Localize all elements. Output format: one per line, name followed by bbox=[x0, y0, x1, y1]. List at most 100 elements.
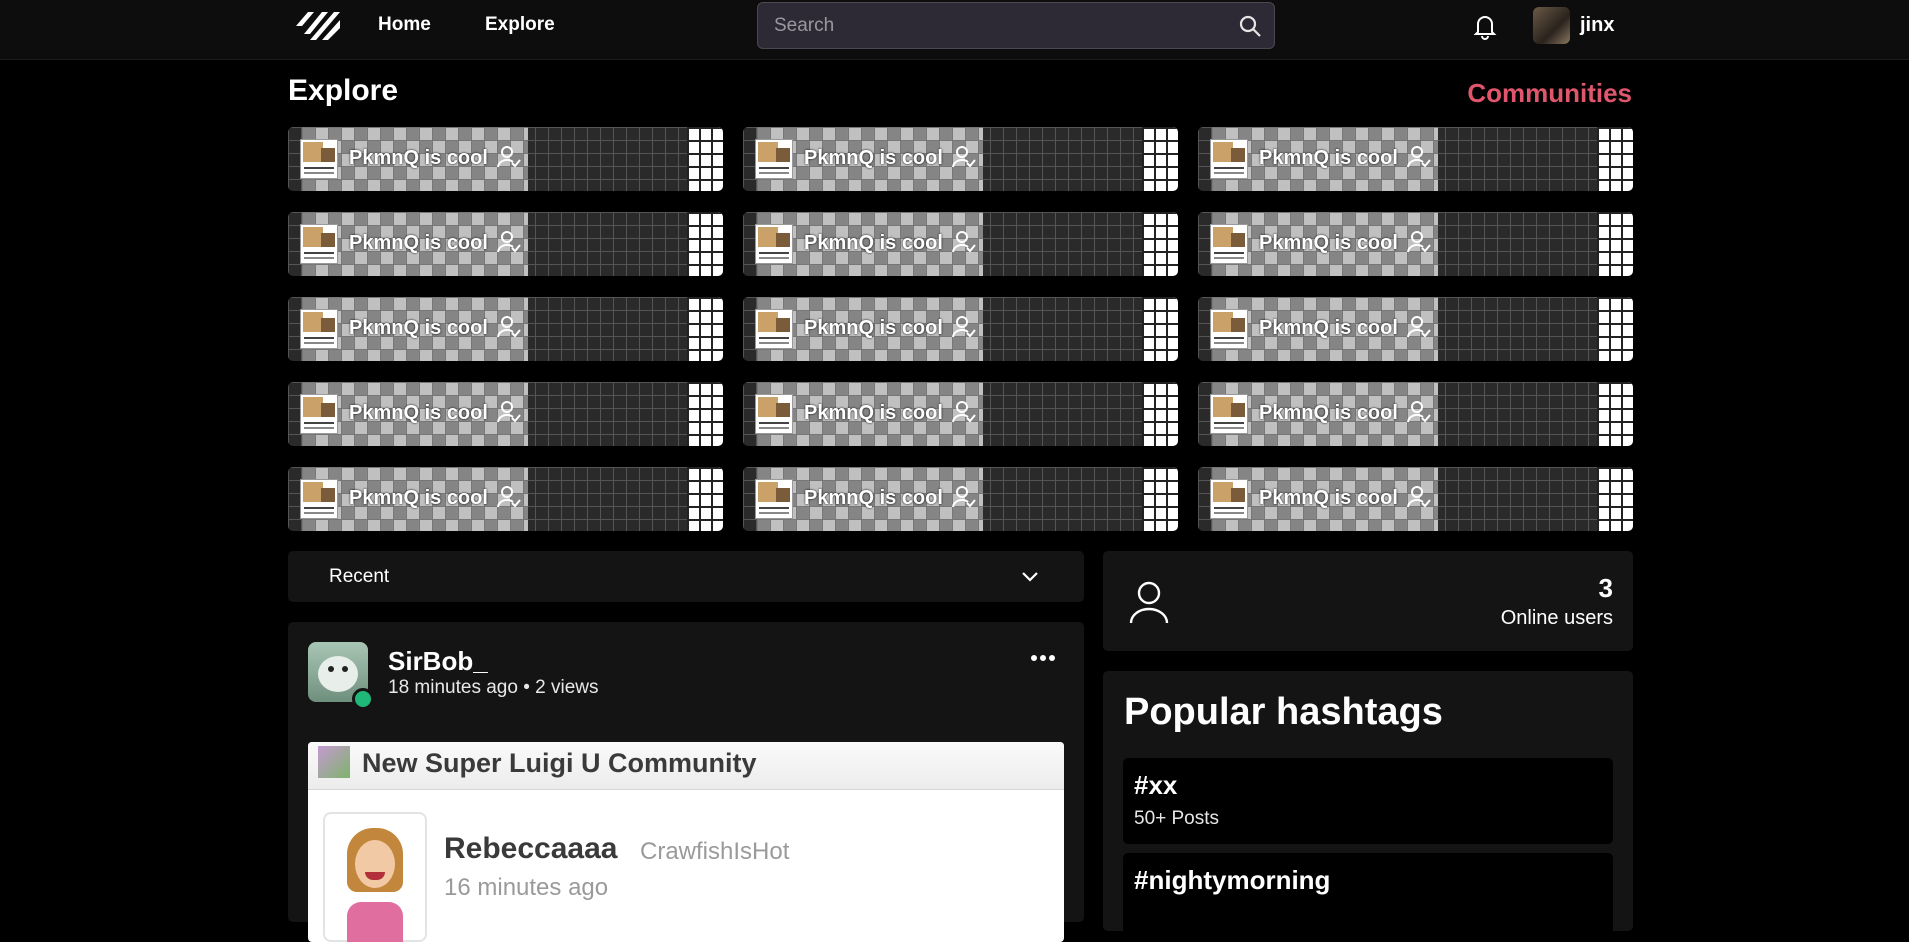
user-name[interactable]: jinx bbox=[1580, 14, 1614, 37]
community-icon bbox=[318, 746, 350, 778]
community-banner-edge bbox=[1597, 382, 1633, 446]
popular-hashtags-panel: Popular hashtags #xx 50+ Posts #nightymo… bbox=[1103, 671, 1633, 939]
post-image-header: New Super Luigi U Community bbox=[308, 742, 1064, 790]
community-card[interactable]: PkmnQ is cool bbox=[288, 127, 723, 191]
nav-explore-link[interactable]: Explore bbox=[485, 14, 555, 36]
community-thumbnail bbox=[1210, 479, 1248, 519]
person-check-icon[interactable] bbox=[1406, 314, 1432, 340]
search-input[interactable] bbox=[774, 3, 1224, 48]
person-check-icon[interactable] bbox=[951, 229, 977, 255]
community-card[interactable]: PkmnQ is cool bbox=[288, 382, 723, 446]
search-icon[interactable] bbox=[1238, 14, 1262, 38]
community-name: PkmnQ is cool bbox=[1259, 147, 1398, 169]
community-banner-edge bbox=[687, 212, 723, 276]
communities-link[interactable]: Communities bbox=[1467, 78, 1632, 109]
post-image[interactable]: New Super Luigi U Community Rebeccaaaa C… bbox=[308, 742, 1064, 942]
community-card[interactable]: PkmnQ is cool bbox=[743, 382, 1178, 446]
user-avatar[interactable] bbox=[1533, 7, 1570, 44]
person-check-icon[interactable] bbox=[951, 399, 977, 425]
community-thumbnail bbox=[300, 479, 338, 519]
community-card[interactable]: PkmnQ is cool bbox=[1198, 382, 1633, 446]
community-card[interactable]: PkmnQ is cool bbox=[1198, 467, 1633, 531]
community-banner-edge bbox=[1597, 212, 1633, 276]
community-thumbnail bbox=[755, 394, 793, 434]
chevron-down-icon bbox=[1022, 572, 1038, 582]
community-name: PkmnQ is cool bbox=[804, 232, 943, 254]
logo-icon[interactable] bbox=[294, 8, 344, 44]
community-name: PkmnQ is cool bbox=[804, 147, 943, 169]
post-image-user: Rebeccaaaa bbox=[444, 832, 618, 865]
community-thumbnail bbox=[1210, 309, 1248, 349]
community-banner-edge bbox=[1142, 212, 1178, 276]
online-users-count: 3 bbox=[1598, 573, 1613, 603]
community-name: PkmnQ is cool bbox=[804, 402, 943, 424]
community-card[interactable]: PkmnQ is cool bbox=[743, 212, 1178, 276]
person-check-icon[interactable] bbox=[496, 399, 522, 425]
community-card[interactable]: PkmnQ is cool bbox=[288, 467, 723, 531]
hashtag-name: #nightymorning bbox=[1134, 865, 1331, 895]
online-status-dot bbox=[352, 688, 374, 710]
search-box bbox=[757, 2, 1275, 49]
person-check-icon[interactable] bbox=[496, 144, 522, 170]
community-card[interactable]: PkmnQ is cool bbox=[743, 297, 1178, 361]
community-banner-edge bbox=[687, 382, 723, 446]
person-check-icon[interactable] bbox=[496, 484, 522, 510]
community-name: PkmnQ is cool bbox=[349, 232, 488, 254]
community-thumbnail bbox=[755, 479, 793, 519]
community-banner-edge bbox=[687, 467, 723, 531]
community-thumbnail bbox=[1210, 139, 1248, 179]
community-thumbnail bbox=[755, 139, 793, 179]
person-check-icon[interactable] bbox=[1406, 144, 1432, 170]
community-banner-edge bbox=[1142, 297, 1178, 361]
community-name: PkmnQ is cool bbox=[349, 317, 488, 339]
sort-dropdown[interactable]: Recent bbox=[288, 551, 1084, 602]
community-banner-edge bbox=[687, 127, 723, 191]
person-check-icon[interactable] bbox=[496, 314, 522, 340]
post-image-time: 16 minutes ago bbox=[444, 874, 609, 901]
community-card[interactable]: PkmnQ is cool bbox=[1198, 127, 1633, 191]
community-thumbnail bbox=[300, 139, 338, 179]
hashtag-item[interactable]: #xx 50+ Posts bbox=[1123, 758, 1613, 844]
post-author-name[interactable]: SirBob_ bbox=[388, 646, 488, 677]
community-card[interactable]: PkmnQ is cool bbox=[743, 127, 1178, 191]
community-thumbnail bbox=[1210, 224, 1248, 264]
person-check-icon[interactable] bbox=[951, 314, 977, 340]
post-image-title: New Super Luigi U Community bbox=[362, 748, 757, 778]
person-check-icon[interactable] bbox=[1406, 229, 1432, 255]
person-check-icon[interactable] bbox=[951, 484, 977, 510]
hashtags-title: Popular hashtags bbox=[1124, 691, 1443, 733]
community-card[interactable]: PkmnQ is cool bbox=[1198, 212, 1633, 276]
community-thumbnail bbox=[755, 224, 793, 264]
post-image-avatar bbox=[323, 812, 427, 942]
community-name: PkmnQ is cool bbox=[804, 487, 943, 509]
hashtag-item[interactable]: #nightymorning bbox=[1123, 853, 1613, 939]
community-card[interactable]: PkmnQ is cool bbox=[288, 212, 723, 276]
community-banner-edge bbox=[1597, 467, 1633, 531]
nav-home-link[interactable]: Home bbox=[378, 14, 431, 36]
community-card[interactable]: PkmnQ is cool bbox=[288, 297, 723, 361]
person-icon bbox=[1129, 581, 1169, 624]
community-card[interactable]: PkmnQ is cool bbox=[743, 467, 1178, 531]
person-check-icon[interactable] bbox=[951, 144, 977, 170]
page-title: Explore bbox=[288, 74, 399, 107]
community-banner-edge bbox=[1597, 127, 1633, 191]
community-name: PkmnQ is cool bbox=[1259, 487, 1398, 509]
community-name: PkmnQ is cool bbox=[804, 317, 943, 339]
top-nav: Home Explore jinx bbox=[0, 0, 1909, 60]
community-banner-edge bbox=[1597, 297, 1633, 361]
more-icon[interactable] bbox=[1030, 654, 1056, 662]
community-banner-edge bbox=[1142, 467, 1178, 531]
person-check-icon[interactable] bbox=[496, 229, 522, 255]
community-name: PkmnQ is cool bbox=[349, 487, 488, 509]
online-users-panel: 3 Online users bbox=[1103, 551, 1633, 651]
community-banner-edge bbox=[687, 297, 723, 361]
online-users-label: Online users bbox=[1500, 607, 1613, 629]
community-banner-edge bbox=[1142, 382, 1178, 446]
community-thumbnail bbox=[300, 224, 338, 264]
community-name: PkmnQ is cool bbox=[1259, 317, 1398, 339]
bell-icon[interactable] bbox=[1470, 11, 1500, 41]
community-thumbnail bbox=[300, 309, 338, 349]
community-card[interactable]: PkmnQ is cool bbox=[1198, 297, 1633, 361]
person-check-icon[interactable] bbox=[1406, 484, 1432, 510]
person-check-icon[interactable] bbox=[1406, 399, 1432, 425]
